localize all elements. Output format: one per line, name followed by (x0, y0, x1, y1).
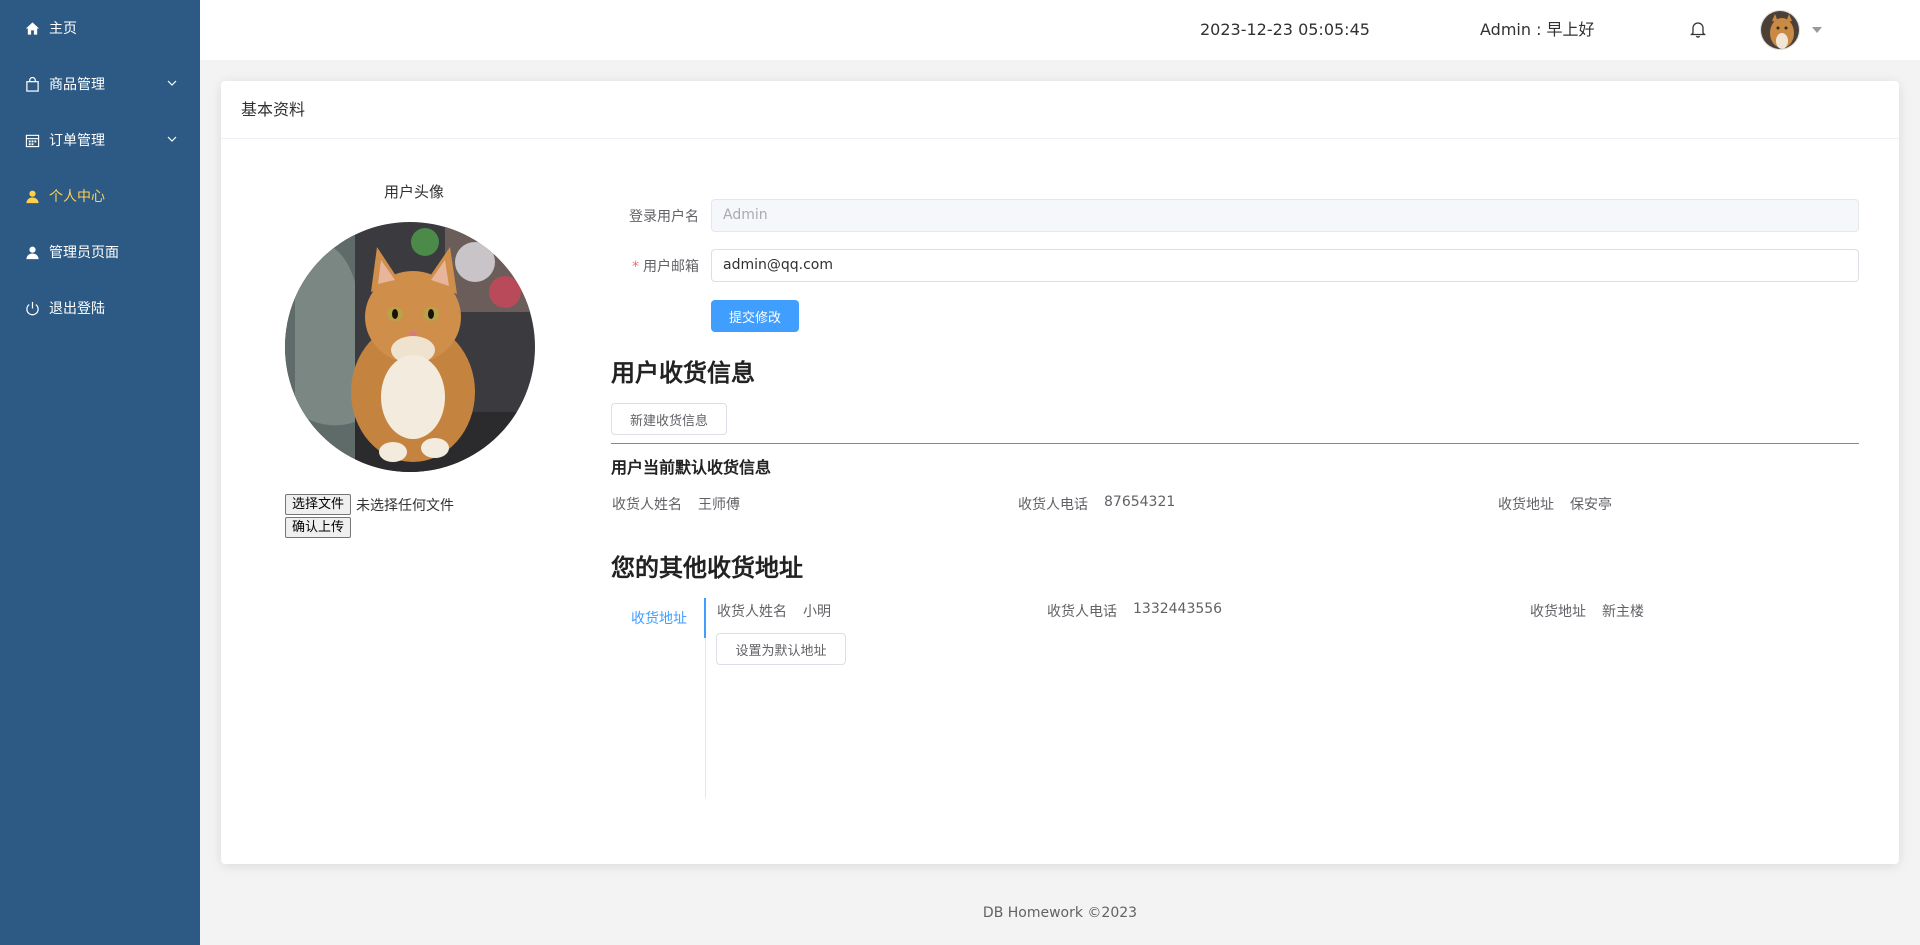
file-status-text: 未选择任何文件 (356, 497, 455, 514)
default-name-value: 王师傅 (698, 497, 740, 513)
email-field[interactable]: admin@qq.com (711, 249, 1859, 282)
bell-icon[interactable] (1689, 20, 1707, 38)
power-icon (24, 300, 40, 316)
username-field: Admin (711, 199, 1859, 232)
file-picker-row: 选择文件 未选择任何文件 (285, 494, 454, 515)
sidebar-item-products[interactable]: 商品管理 (0, 56, 200, 112)
sidebar: 主页 商品管理 订单管理 个人中心 管理员页面 退出登陆 (0, 0, 200, 945)
new-shipping-button[interactable]: 新建收货信息 (611, 403, 727, 435)
other-address-value: 新主楼 (1602, 604, 1644, 620)
other-phone-value: 1332443556 (1133, 601, 1223, 617)
footer-text: DB Homework ©2023 (982, 905, 1138, 921)
caret-down-icon[interactable] (1812, 27, 1822, 33)
email-label-text: 用户邮箱 (643, 259, 699, 275)
other-address-label: 收货地址 (1530, 604, 1586, 620)
sidebar-item-label: 个人中心 (49, 189, 105, 205)
other-phone-label: 收货人电话 (1047, 604, 1117, 620)
default-shipping-title: 用户当前默认收货信息 (611, 458, 772, 477)
other-name-value: 小明 (803, 604, 831, 620)
user-icon (24, 188, 40, 204)
sidebar-item-profile[interactable]: 个人中心 (0, 168, 200, 224)
shopping-bag-icon (24, 76, 40, 92)
user-icon (24, 244, 40, 260)
home-icon (24, 20, 40, 36)
avatar[interactable] (1760, 10, 1800, 50)
required-mark: * (632, 259, 639, 275)
sidebar-item-admin[interactable]: 管理员页面 (0, 224, 200, 280)
username-label: 登录用户名 (629, 209, 699, 225)
sidebar-item-label: 主页 (49, 21, 77, 37)
default-address-value: 保安亭 (1570, 497, 1612, 513)
avatar-label: 用户头像 (384, 183, 445, 201)
email-label: * 用户邮箱 (599, 256, 699, 276)
default-address-label: 收货地址 (1498, 497, 1554, 513)
chevron-down-icon (166, 133, 178, 145)
sidebar-item-label: 订单管理 (49, 133, 105, 149)
tab-active-indicator (704, 598, 706, 638)
shipping-section-title: 用户收货信息 (611, 359, 755, 387)
profile-avatar (285, 222, 535, 472)
other-addresses-title: 您的其他收货地址 (611, 554, 803, 582)
submit-button[interactable]: 提交修改 (711, 300, 799, 332)
default-phone-value: 87654321 (1104, 494, 1176, 510)
sidebar-item-label: 退出登陆 (49, 301, 105, 317)
top-header: 2023-12-23 05:05:45 Admin : 早上好 (200, 0, 1920, 60)
sidebar-item-orders[interactable]: 订单管理 (0, 112, 200, 168)
tab-address[interactable]: 收货地址 (611, 608, 687, 628)
chevron-down-icon (166, 77, 178, 89)
choose-file-button[interactable]: 选择文件 (285, 494, 352, 515)
confirm-upload-button[interactable]: 确认上传 (285, 517, 352, 538)
section-divider (611, 443, 1859, 444)
sidebar-item-label: 商品管理 (49, 77, 105, 93)
sidebar-item-logout[interactable]: 退出登陆 (0, 280, 200, 336)
header-greeting: Admin : 早上好 (1480, 20, 1595, 39)
other-name-label: 收货人姓名 (717, 604, 787, 620)
default-name-label: 收货人姓名 (612, 497, 682, 513)
sidebar-item-home[interactable]: 主页 (0, 0, 200, 56)
calendar-icon (24, 132, 40, 148)
header-datetime: 2023-12-23 05:05:45 (1200, 20, 1370, 39)
default-phone-label: 收货人电话 (1018, 497, 1088, 513)
card-title: 基本资料 (221, 81, 1899, 139)
set-default-button[interactable]: 设置为默认地址 (716, 633, 846, 665)
upload-row: 确认上传 (285, 517, 352, 538)
sidebar-item-label: 管理员页面 (49, 245, 119, 261)
